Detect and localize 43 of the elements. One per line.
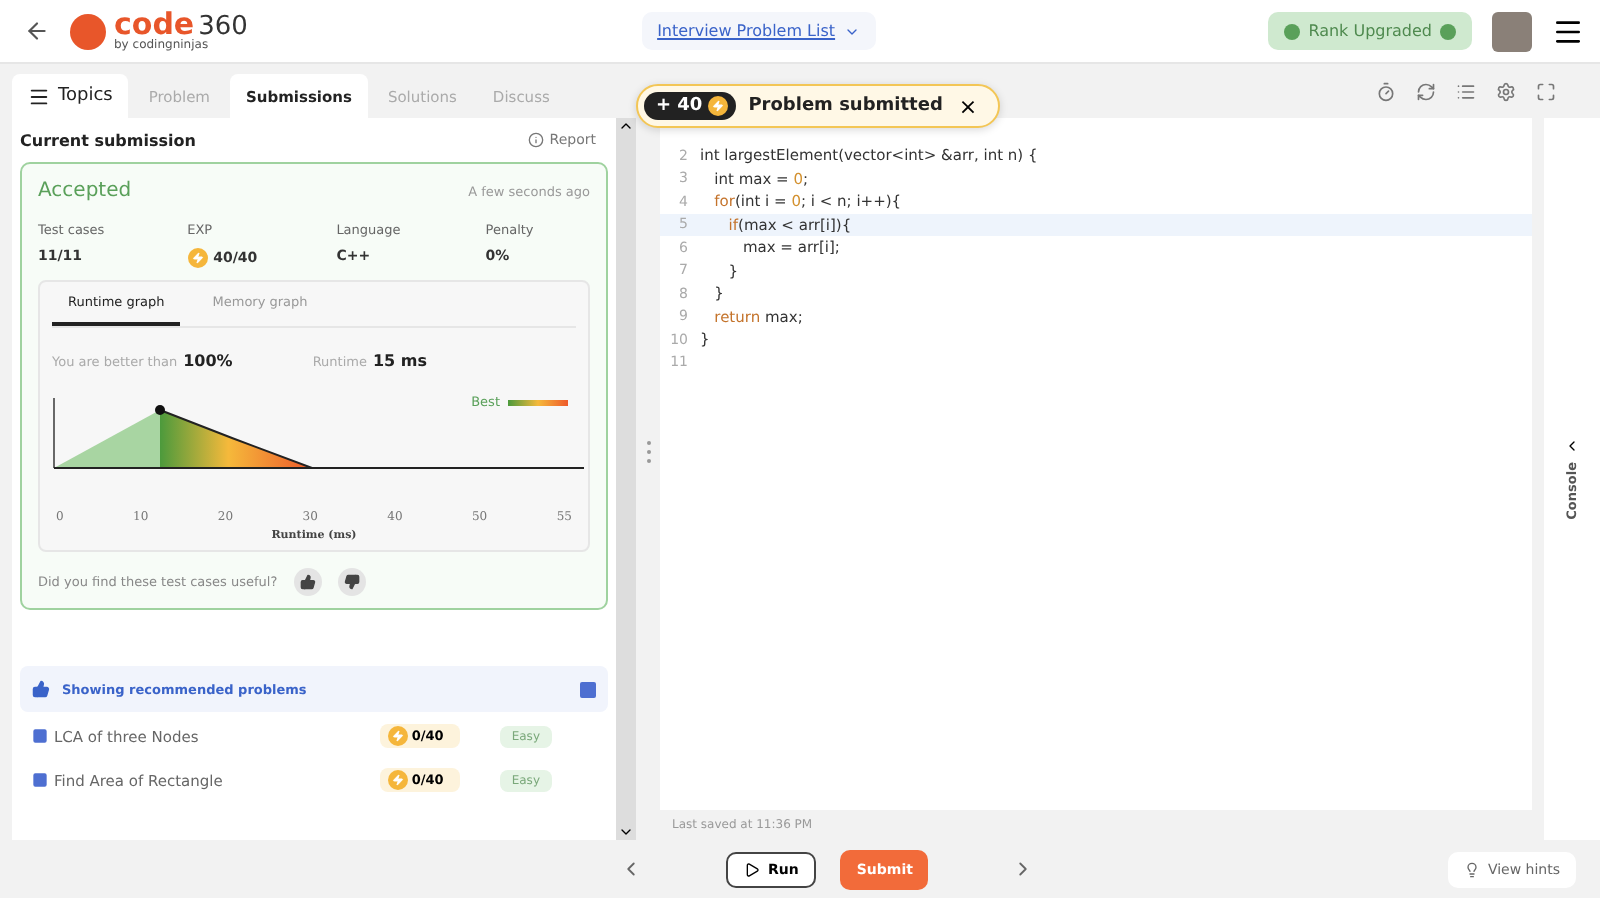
problem-list-dropdown[interactable]: Interview Problem List — [641, 12, 876, 50]
lightning-icon — [387, 770, 408, 790]
info-icon — [527, 132, 544, 148]
stat-value: 100% — [183, 352, 233, 370]
back-arrow-icon[interactable] — [24, 18, 50, 44]
logo-text: code — [114, 10, 195, 40]
drag-handle-icon[interactable] — [645, 440, 651, 464]
list-icon[interactable] — [1456, 81, 1476, 101]
thumbs-down-icon — [343, 574, 360, 590]
stat-value: 15 ms — [372, 352, 427, 370]
settings-icon[interactable] — [1496, 81, 1516, 101]
play-icon — [744, 861, 760, 877]
square-icon — [32, 728, 48, 744]
lightbulb-icon — [1463, 861, 1480, 877]
logo-number: 360 — [198, 14, 248, 40]
avatar-placeholder — [1492, 11, 1532, 51]
gradient-legend-line — [508, 399, 568, 405]
thumbs-down-button[interactable] — [337, 568, 366, 596]
checkbox[interactable] — [580, 681, 596, 697]
thumbs-up-icon — [32, 680, 50, 698]
section-title: Current submission — [20, 131, 196, 149]
lightning-icon — [187, 248, 208, 268]
chevron-down-icon[interactable] — [618, 824, 634, 840]
chevron-up-icon[interactable] — [618, 118, 634, 134]
topics-button[interactable]: Topics — [12, 74, 129, 118]
timer-icon[interactable] — [1376, 81, 1396, 101]
toast-message: Problem submitted — [748, 96, 943, 116]
scrollbar[interactable] — [616, 118, 636, 840]
fullscreen-icon[interactable] — [1536, 81, 1556, 101]
thumbs-up-button[interactable] — [293, 568, 322, 596]
menu-icon[interactable] — [1552, 15, 1584, 47]
square-icon — [32, 772, 48, 788]
rank-badge: Rank Upgraded — [1268, 12, 1472, 50]
chevron-left-icon — [1564, 438, 1580, 455]
status-text: Accepted — [38, 180, 132, 202]
logo-icon — [70, 13, 106, 49]
points-badge: + 40 — [644, 92, 737, 120]
lightning-icon — [387, 726, 408, 746]
close-button[interactable]: × — [954, 93, 982, 119]
lightning-icon — [708, 96, 729, 116]
thumbs-up-icon — [299, 574, 316, 590]
menu-icon — [28, 85, 50, 107]
refresh-icon[interactable] — [1416, 81, 1436, 101]
